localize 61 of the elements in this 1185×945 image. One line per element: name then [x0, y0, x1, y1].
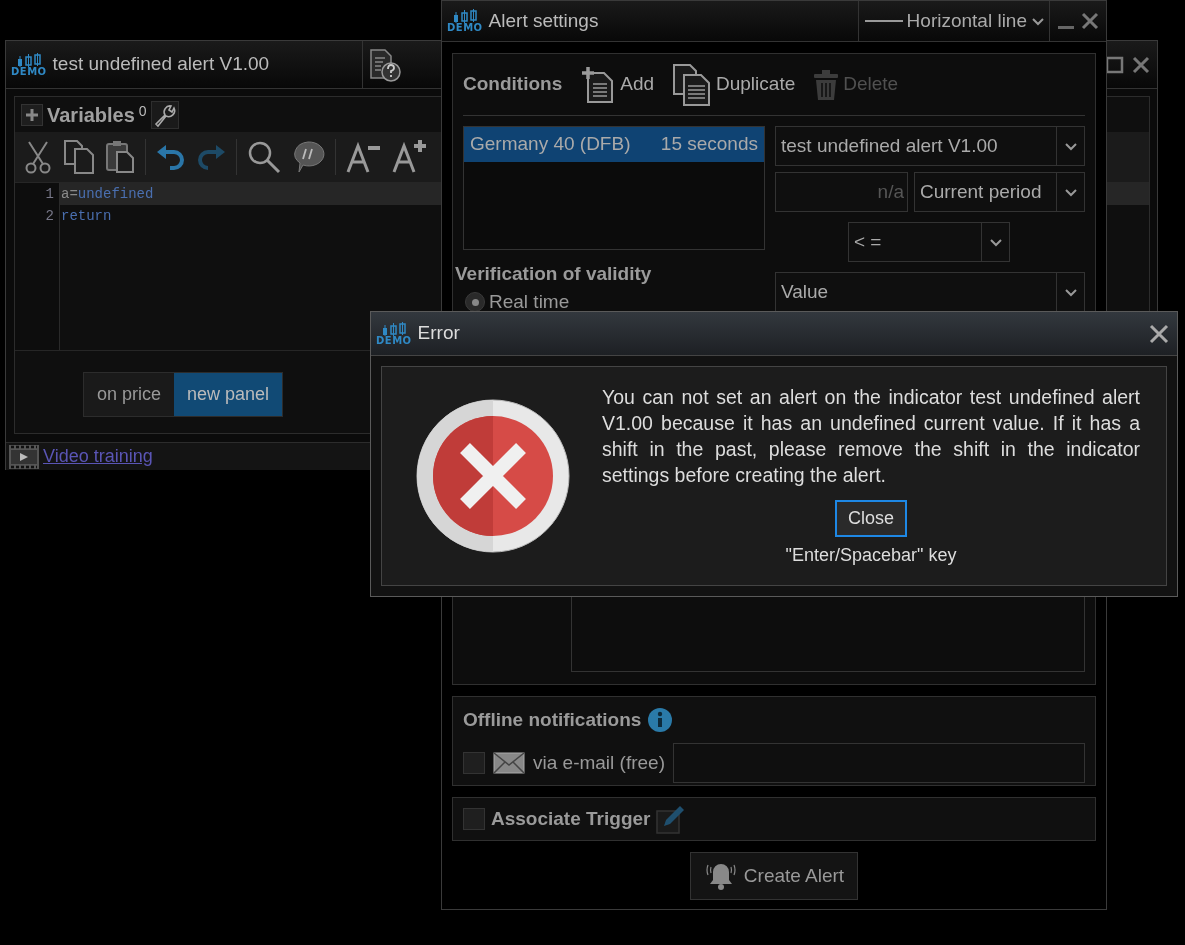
- copy-icon[interactable]: [63, 140, 95, 174]
- select-dropdown[interactable]: Value: [775, 272, 1085, 312]
- documents-icon: [672, 63, 712, 106]
- info-icon[interactable]: [647, 707, 674, 733]
- wrench-icon[interactable]: [150, 100, 179, 129]
- error-icon: [415, 398, 571, 554]
- section-title: Offline notifications: [463, 707, 642, 732]
- line-number: 2: [44, 207, 55, 226]
- trash-icon: [813, 68, 840, 101]
- line-style-dropdown[interactable]: Horizontal line: [857, 1, 1050, 41]
- select-dropdown[interactable]: < =: [848, 222, 1010, 262]
- toggle-button[interactable]: new panel: [174, 373, 283, 416]
- action-button[interactable]: Duplicate: [672, 63, 804, 106]
- window-title: Alert settings: [488, 8, 599, 33]
- help-icon[interactable]: [367, 46, 404, 83]
- scissors-icon[interactable]: [23, 140, 53, 174]
- envelope-icon: [493, 752, 525, 774]
- demo-logo: DEMO: [447, 9, 483, 33]
- caret-icon: [1031, 15, 1045, 27]
- list-item[interactable]: Germany 40 (DFB) 15 seconds: [464, 127, 764, 162]
- caret-icon: [1063, 140, 1078, 152]
- paste-icon[interactable]: [105, 140, 135, 174]
- select-dropdown[interactable]: Current period: [914, 172, 1085, 212]
- select-dropdown[interactable]: test undefined alert V1.00: [775, 126, 1085, 166]
- keyboard-hint: "Enter/Spacebar" key: [785, 543, 957, 567]
- maximize-icon[interactable]: [1105, 54, 1125, 75]
- close-icon[interactable]: [1131, 54, 1151, 75]
- section-title: Verification of validity: [455, 262, 653, 286]
- caret-icon: [1063, 186, 1078, 198]
- section-title: Variables: [47, 102, 135, 128]
- checkbox-label: via e-mail (free): [533, 750, 665, 775]
- action-button[interactable]: Add: [582, 66, 662, 103]
- expand-icon[interactable]: [21, 103, 43, 126]
- email-field[interactable]: [673, 743, 1085, 783]
- window-title: test undefined alert V1.00: [52, 52, 270, 77]
- font-larger-icon[interactable]: [392, 140, 428, 174]
- section-title: Conditions: [463, 72, 563, 97]
- variable-count: 0: [138, 102, 147, 121]
- line-number: 1: [44, 185, 55, 204]
- toggle-button[interactable]: on price: [84, 373, 175, 416]
- comment-icon[interactable]: [291, 140, 325, 174]
- value-field[interactable]: n/a: [775, 172, 908, 212]
- checkbox[interactable]: [463, 752, 485, 774]
- search-icon[interactable]: [247, 140, 281, 174]
- close-icon[interactable]: [1080, 11, 1100, 31]
- checkbox[interactable]: [463, 808, 485, 830]
- demo-logo: DEMO: [376, 321, 412, 346]
- close-icon[interactable]: [1148, 322, 1170, 345]
- bell-icon: [703, 861, 738, 891]
- demo-logo: DEMO: [11, 52, 47, 77]
- line-icon: [864, 19, 903, 23]
- undo-icon[interactable]: [156, 142, 186, 172]
- code-line: return: [60, 207, 113, 226]
- error-message: You can not set an alert on the indicator test undefined alert V1.00 because it has an undefined current value. If it has a shift in the past, please remove the shift in the indicator settings before creating the alert.: [602, 384, 1140, 488]
- checkbox-label: Associate Trigger: [491, 806, 651, 831]
- caret-icon: [988, 236, 1003, 248]
- close-button[interactable]: Close: [835, 499, 907, 537]
- create-alert-button[interactable]: Create Alert: [689, 852, 859, 900]
- dialog-title: Error: [417, 321, 460, 346]
- caret-icon: [1063, 286, 1078, 298]
- font-smaller-icon[interactable]: [346, 140, 382, 174]
